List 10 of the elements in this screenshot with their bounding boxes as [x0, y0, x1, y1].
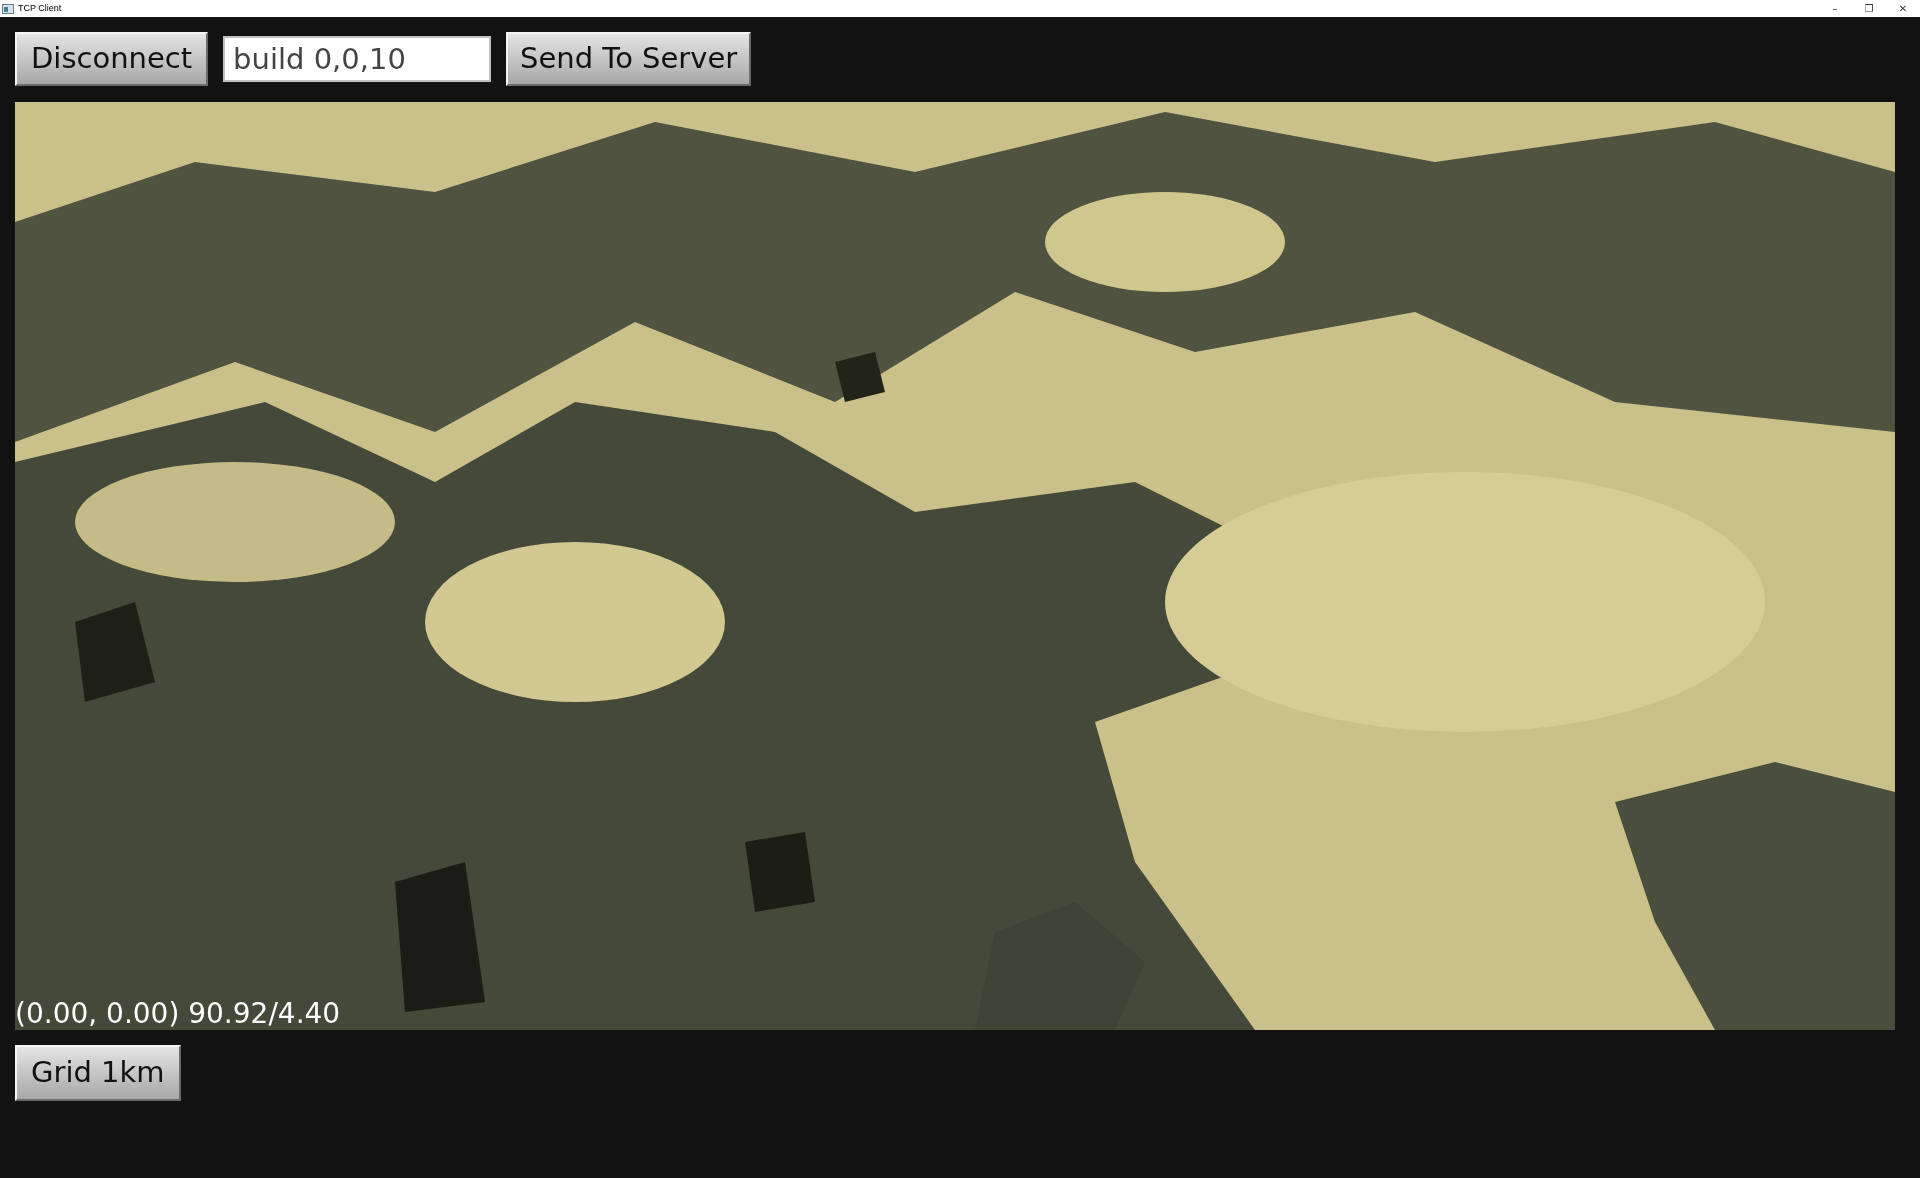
grid-button[interactable]: Grid 1km — [15, 1045, 181, 1101]
command-input-field[interactable]: build 0,0,10 — [223, 36, 492, 82]
send-to-server-button[interactable]: Send To Server — [506, 32, 752, 86]
minimize-button[interactable]: – — [1818, 0, 1852, 17]
restore-button[interactable]: ❐ — [1852, 0, 1886, 17]
coordinates-readout: (0.00, 0.00) 90.92/4.40 — [15, 1000, 341, 1028]
window-title: TCP Client — [18, 1, 62, 15]
disconnect-button[interactable]: Disconnect — [15, 32, 209, 86]
app-icon — [2, 3, 14, 14]
close-button[interactable]: ✕ — [1886, 0, 1920, 17]
